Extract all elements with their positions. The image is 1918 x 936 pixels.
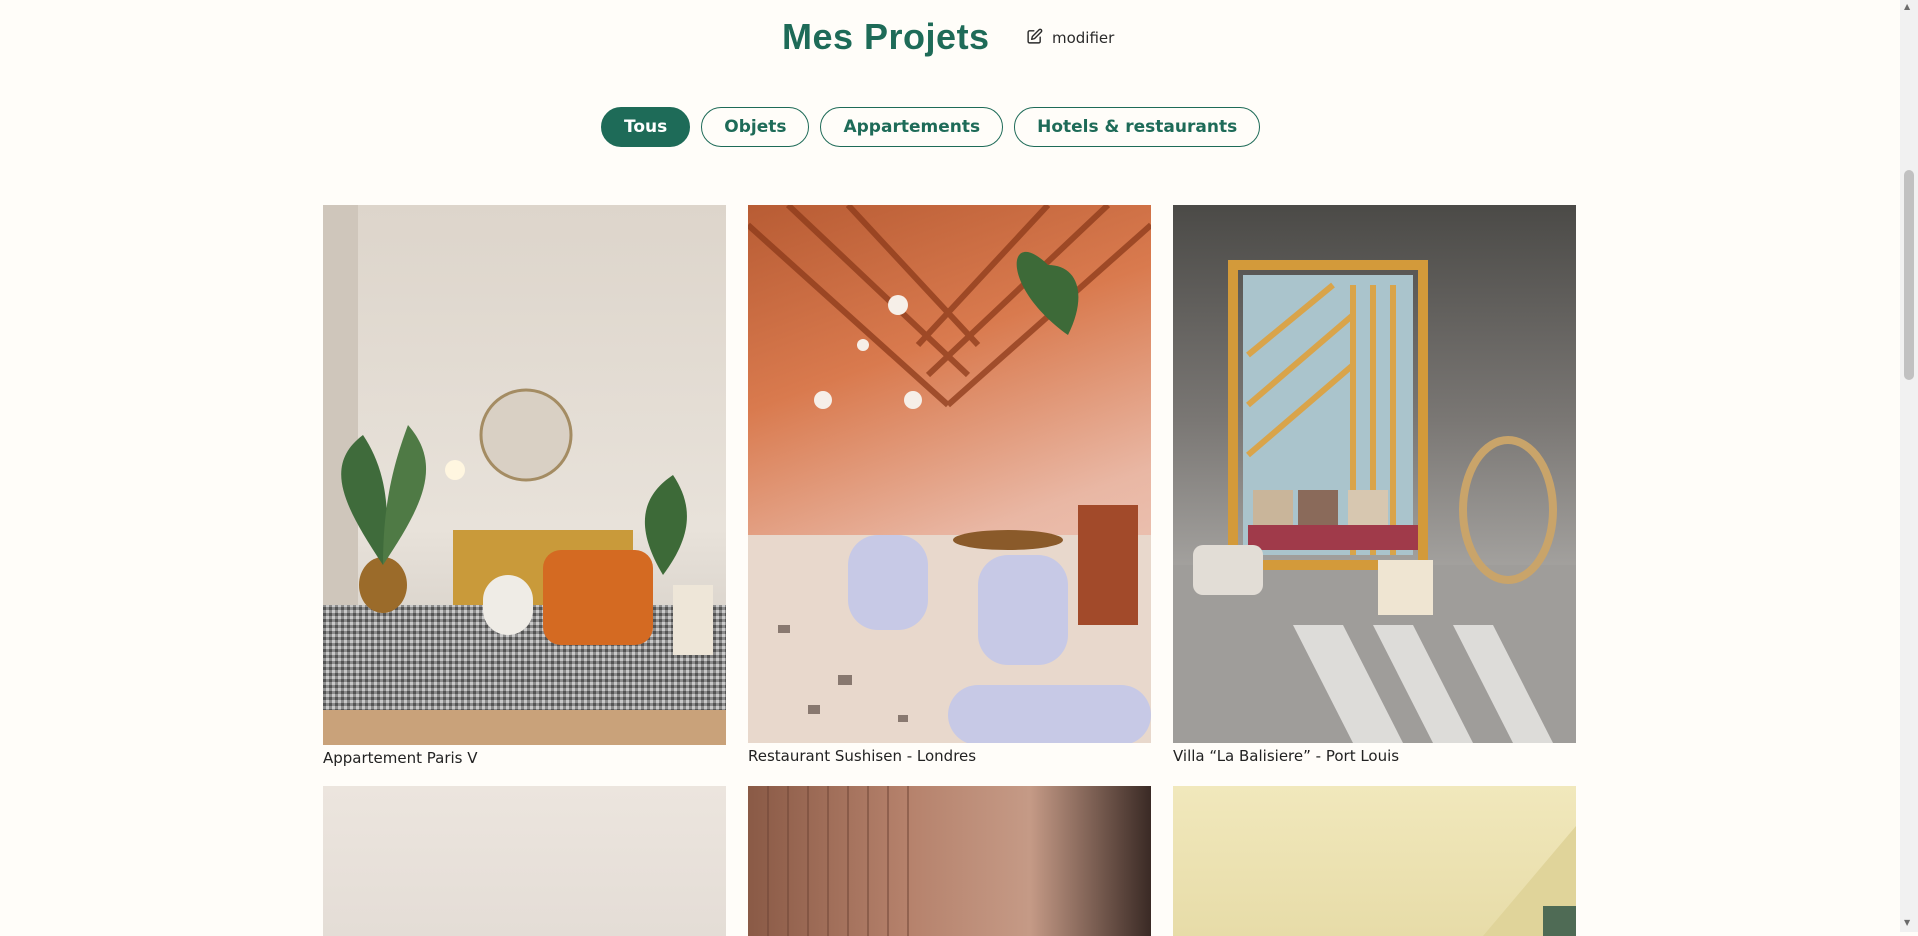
project-image-villa[interactable] [1173,205,1576,743]
project-card[interactable]: Restaurant Sushisen - Londres [748,205,1151,765]
edit-title-link[interactable]: modifier [1026,26,1114,50]
project-image-restaurant[interactable] [748,205,1151,743]
project-card[interactable] [323,786,726,936]
project-caption: Villa “La Balisiere” - Port Louis [1173,747,1400,765]
villa-illustration [1173,260,1576,743]
scrollbar[interactable]: ▲ ▼ [1900,0,1918,932]
edit-icon [1026,28,1043,49]
page-title: Mes Projets [782,16,990,57]
edit-label: modifier [1052,29,1115,47]
living-room-illustration [323,205,726,745]
project-caption: Appartement Paris V [323,749,478,767]
filter-apartments-button[interactable]: Appartements [820,107,1004,147]
project-card[interactable]: Appartement Paris V [323,205,726,767]
project-image-living-room[interactable] [323,205,726,745]
project-filters: Tous Objets Appartements Hotels & restau… [601,107,1261,147]
project-image[interactable] [1173,786,1576,936]
restaurant-illustration [748,205,1151,743]
filter-hotels-restaurants-button[interactable]: Hotels & restaurants [1014,107,1261,147]
project-card[interactable] [748,786,1151,936]
filter-objects-button[interactable]: Objets [701,107,810,147]
project-card[interactable] [1173,786,1576,936]
filter-all-button[interactable]: Tous [601,107,691,147]
project-caption: Restaurant Sushisen - Londres [748,747,977,765]
scrollbar-thumb[interactable] [1904,170,1914,380]
project-card[interactable]: Villa “La Balisiere” - Port Louis [1173,205,1576,765]
page-header: Mes Projets modifier [0,14,1900,64]
wood-panel-illustration [767,786,909,936]
wall-illustration [1483,826,1576,936]
project-image[interactable] [323,786,726,936]
project-image[interactable] [748,786,1151,936]
scroll-down-icon[interactable]: ▼ [1904,918,1910,927]
scroll-up-icon[interactable]: ▲ [1904,2,1910,11]
